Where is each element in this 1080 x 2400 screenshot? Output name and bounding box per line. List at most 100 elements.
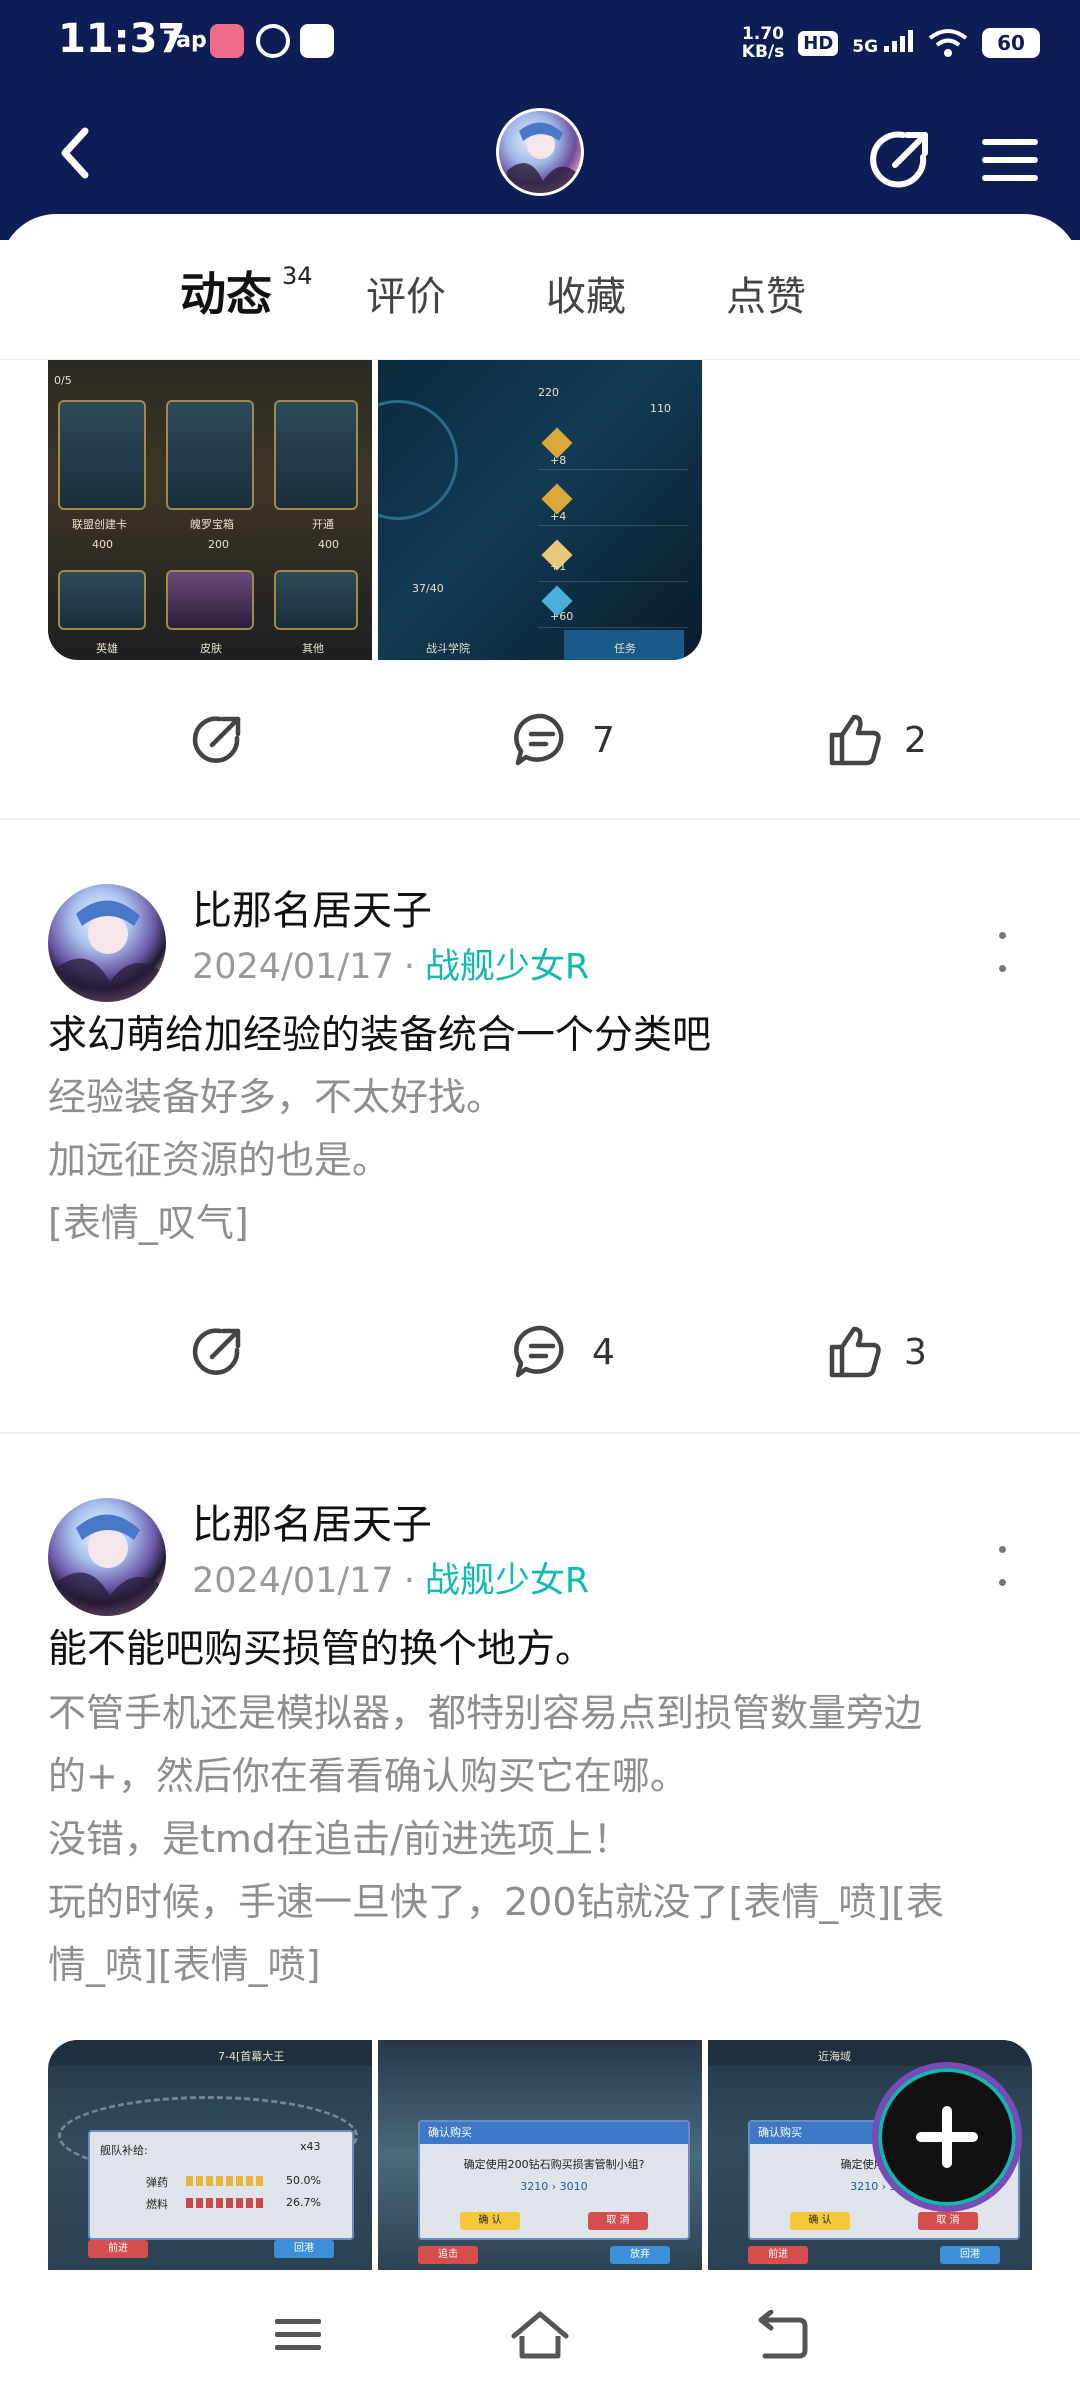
- share-arrow-icon: [192, 1328, 241, 1375]
- battery-icon: 60: [982, 28, 1040, 58]
- image-button: 确 认: [790, 2212, 850, 2230]
- image-row: [538, 536, 688, 582]
- tab-likes[interactable]: 点赞: [726, 264, 806, 322]
- signal-bars-icon: [884, 29, 913, 52]
- body-line: 的+，然后你在看看确认购买它在哪。: [48, 1754, 688, 1798]
- image-dialog: 舰队补给: x43 弹药 50.0% 燃料 26.7%: [88, 2130, 354, 2240]
- image-topbar: [48, 2040, 372, 2066]
- image-caption: 魄罗宝箱: [190, 518, 234, 531]
- app-status-icon: [256, 24, 290, 58]
- author-name[interactable]: 比那名居天子: [192, 1492, 432, 1550]
- avatar-image: [54, 900, 162, 1002]
- body-line: 加远征资源的也是。: [48, 1138, 391, 1182]
- post-meta: 2024/01/17 · 战舰少女R: [192, 1552, 589, 1603]
- image-caption: +8: [550, 454, 567, 467]
- post-actions: 4 3: [0, 1302, 1080, 1402]
- post-card[interactable]: 比那名居天子 2024/01/17 · 战舰少女R 求幻萌给加经验的装备统合一个分类…: [0, 820, 1080, 1430]
- like-count: 3: [904, 1331, 927, 1373]
- image-caption: 220: [538, 386, 559, 399]
- comment-button[interactable]: 4: [512, 1302, 615, 1402]
- image-ring: [378, 400, 458, 520]
- image-caption: 400: [318, 538, 339, 551]
- image-caption: 26.7%: [286, 2196, 321, 2209]
- hd-badge: HD: [798, 30, 839, 56]
- home-button[interactable]: [500, 2300, 580, 2370]
- post-images: 0/5 联盟创建卡 魄罗宝箱 开通 400 200 400 英雄 皮肤 其他 2…: [48, 360, 702, 660]
- status-bar: 11:37 Tap 1.70 KB/s HD 5G 60: [0, 0, 1080, 84]
- signal-icon: 5G: [852, 29, 914, 57]
- like-button[interactable]: 3: [826, 1302, 927, 1402]
- image-caption: 37/40: [412, 582, 444, 595]
- image-caption: 舰队补给:: [100, 2144, 148, 2157]
- image-card: [166, 570, 254, 630]
- meta-separator: ·: [403, 947, 415, 987]
- thumbs-up-icon: [829, 1326, 881, 1378]
- image-caption: +60: [550, 610, 574, 623]
- back-button[interactable]: [40, 118, 110, 188]
- image-caption: 0/5: [54, 374, 72, 387]
- like-button[interactable]: 2: [826, 690, 927, 790]
- author-avatar[interactable]: [48, 884, 166, 1002]
- tab-favorites[interactable]: 收藏: [546, 264, 626, 322]
- net-speed-unit: KB/s: [741, 42, 785, 62]
- body-line: 经验装备好多，不太好找。: [48, 1075, 505, 1119]
- more-options-icon[interactable]: [990, 932, 1014, 972]
- author-name[interactable]: 比那名居天子: [192, 878, 432, 936]
- image-caption: 任务: [614, 642, 636, 655]
- image-button: 确 认: [460, 2212, 520, 2230]
- image-card: [58, 400, 146, 510]
- share-button[interactable]: [858, 118, 942, 202]
- taptap-status-icon: Tap: [164, 28, 207, 53]
- image-caption: 近海域: [818, 2050, 851, 2063]
- avatar-image: [507, 122, 577, 193]
- wifi-icon: [928, 29, 968, 57]
- comment-button[interactable]: 7: [512, 690, 615, 790]
- recent-apps-button[interactable]: [258, 2300, 338, 2370]
- image-caption: 开通: [312, 518, 334, 531]
- tab-bar: 动态 34 评价 收藏 点赞: [0, 214, 1080, 360]
- create-post-button[interactable]: [872, 2062, 1022, 2212]
- image-caption: 确认购买: [420, 2122, 688, 2144]
- post-image[interactable]: 确认购买 确定使用200钻石购买损害管制小组? 3210 › 3010 确 认 …: [378, 2040, 702, 2270]
- image-button: 取 消: [588, 2212, 648, 2230]
- post-image[interactable]: 7-4[首幕大王 舰队补给: x43 弹药 50.0% 燃料 26.7% 前进 …: [48, 2040, 372, 2270]
- game-link[interactable]: 战舰少女R: [425, 1561, 589, 1601]
- system-navigation-bar: [0, 2270, 1080, 2400]
- image-button: 前进: [88, 2240, 148, 2258]
- avatar-image: [54, 1514, 162, 1616]
- system-back-button[interactable]: [742, 2300, 822, 2370]
- body-line: 情_喷][表情_喷]: [48, 1943, 321, 1987]
- image-caption: 联盟创建卡: [72, 518, 127, 531]
- share-button[interactable]: [188, 690, 246, 790]
- image-button: 前进: [748, 2246, 808, 2264]
- profile-avatar[interactable]: [496, 108, 584, 196]
- image-caption: 弹药: [146, 2176, 168, 2189]
- share-arrow-icon: [870, 131, 928, 188]
- top-nav: [0, 100, 1080, 210]
- tab-activity[interactable]: 动态: [180, 258, 272, 324]
- post-body: 经验装备好多，不太好找。 加远征资源的也是。 [表情_叹气]: [48, 1066, 1038, 1255]
- author-avatar[interactable]: [48, 1498, 166, 1616]
- image-button: 回港: [274, 2240, 334, 2258]
- image-caption: 英雄: [96, 642, 118, 655]
- tab-reviews[interactable]: 评价: [366, 264, 446, 322]
- fuel-bar: [186, 2198, 266, 2208]
- comment-bubble-icon: [514, 1325, 564, 1378]
- image-caption: 400: [92, 538, 113, 551]
- post-image[interactable]: 220 110 +8 +4 +1 +60 37/40 战斗学院 任务: [378, 360, 702, 660]
- ammo-bar: [186, 2176, 266, 2186]
- image-card: [166, 400, 254, 510]
- tab-activity-count: 34: [282, 262, 313, 290]
- post-title: 求幻萌给加经验的装备统合一个分类吧: [48, 1013, 712, 1058]
- post-image[interactable]: 0/5 联盟创建卡 魄罗宝箱 开通 400 200 400 英雄 皮肤 其他: [48, 360, 372, 660]
- image-caption: 110: [650, 402, 671, 415]
- post-date: 2024/01/17: [192, 947, 394, 987]
- game-link[interactable]: 战舰少女R: [425, 947, 589, 987]
- menu-button[interactable]: [970, 118, 1050, 202]
- header: 11:37 Tap 1.70 KB/s HD 5G 60: [0, 0, 1080, 240]
- image-card: [274, 570, 358, 630]
- chevron-left-icon: [61, 127, 89, 179]
- share-button[interactable]: [188, 1302, 246, 1402]
- more-options-icon[interactable]: [990, 1546, 1014, 1586]
- image-caption: x43: [300, 2140, 321, 2153]
